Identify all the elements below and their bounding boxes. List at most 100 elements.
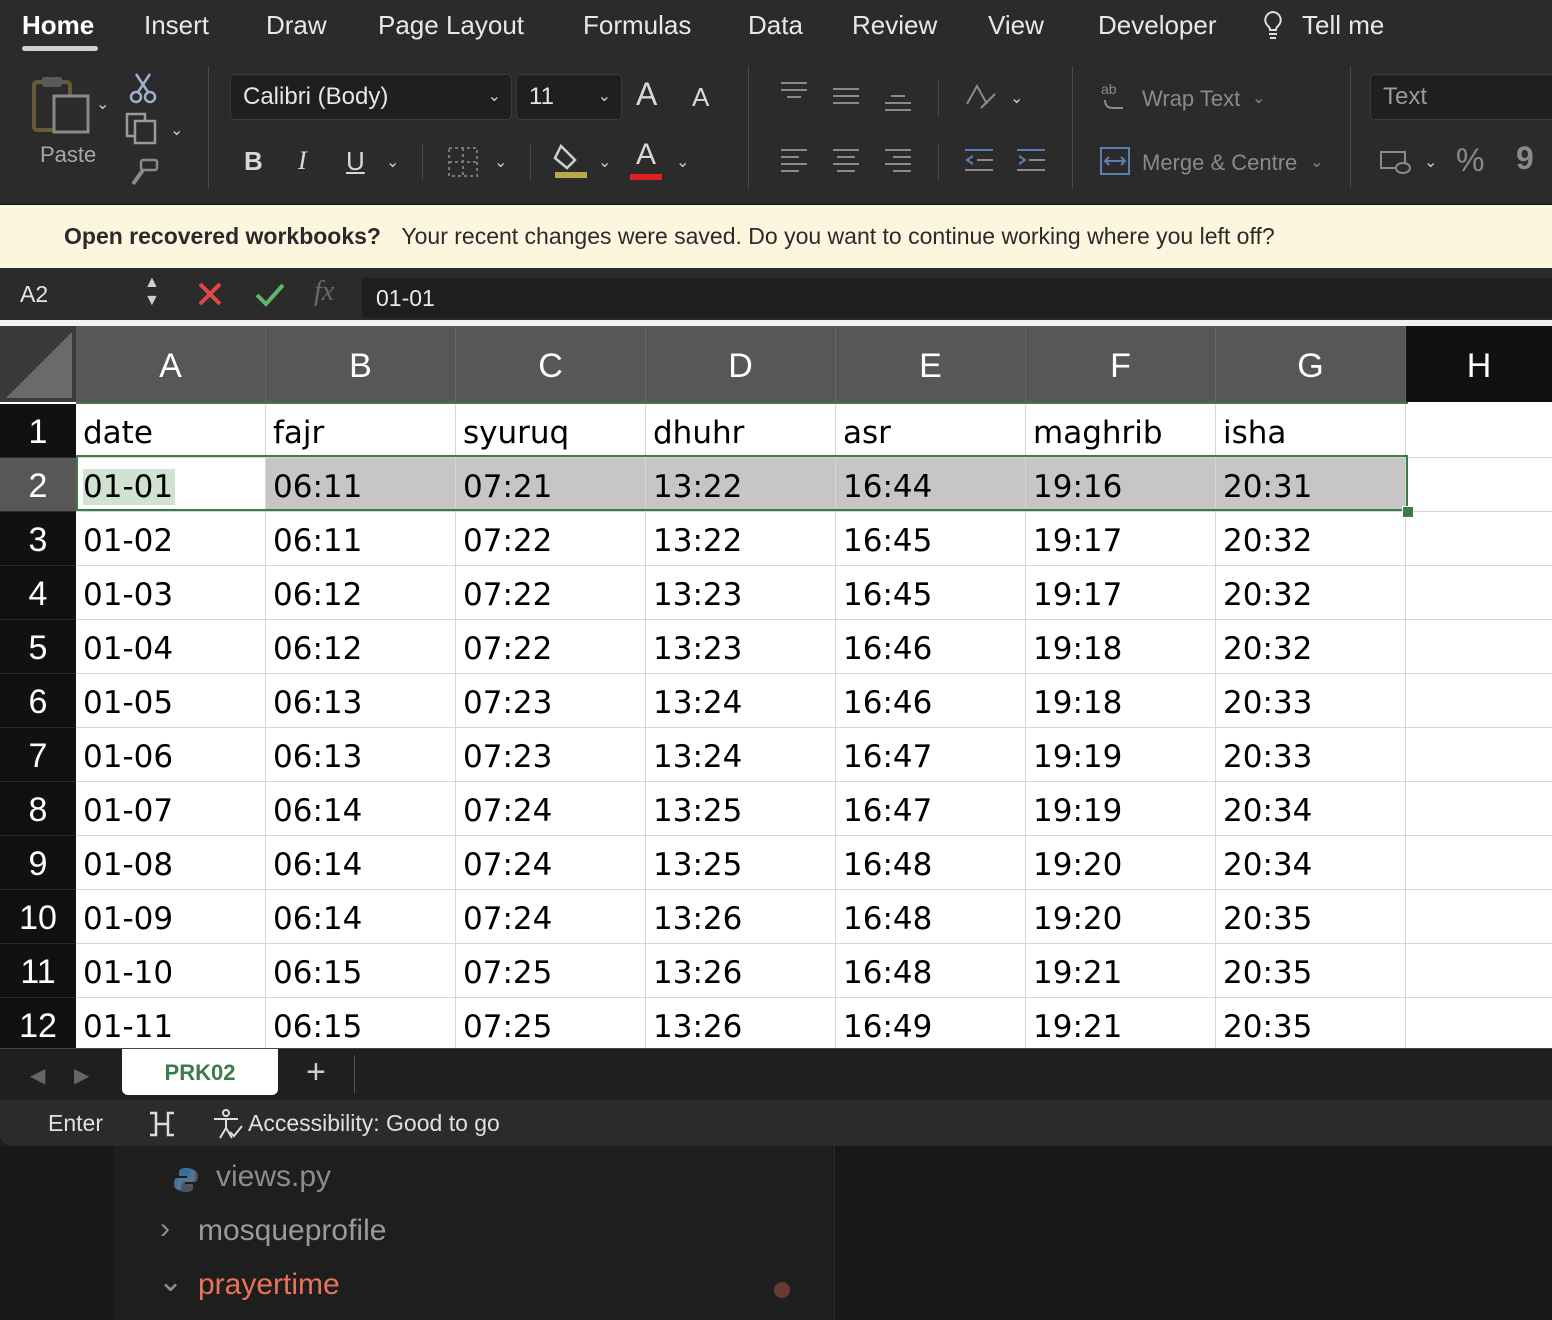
column-header-h[interactable]: H <box>1406 326 1552 402</box>
cell-f11[interactable]: 19:21 <box>1026 944 1216 998</box>
merge-centre-icon[interactable] <box>1098 146 1132 182</box>
cell-f9[interactable]: 19:20 <box>1026 836 1216 890</box>
cell-c3[interactable]: 07:22 <box>456 512 646 566</box>
cell-f12[interactable]: 19:21 <box>1026 998 1216 1048</box>
cell-b6[interactable]: 06:13 <box>266 674 456 728</box>
cell-h12[interactable] <box>1406 998 1552 1048</box>
row-header-8[interactable]: 8 <box>0 782 76 836</box>
tab-formulas[interactable]: Formulas <box>583 8 691 42</box>
increase-font-size-icon[interactable]: A <box>636 76 657 113</box>
column-header-e[interactable]: E <box>836 326 1026 402</box>
cell-d12[interactable]: 13:26 <box>646 998 836 1048</box>
cell-f3[interactable]: 19:17 <box>1026 512 1216 566</box>
cell-g2[interactable]: 20:31 <box>1216 458 1406 512</box>
percent-style-button[interactable]: % <box>1456 142 1484 179</box>
insert-function-icon[interactable]: fx <box>314 276 334 308</box>
folder-prayertime[interactable]: prayertime <box>198 1268 340 1302</box>
cell-h4[interactable] <box>1406 566 1552 620</box>
underline-button[interactable]: U <box>346 146 365 177</box>
column-header-b[interactable]: B <box>266 326 456 402</box>
cell-d10[interactable]: 13:26 <box>646 890 836 944</box>
cell-b8[interactable]: 06:14 <box>266 782 456 836</box>
cell-e9[interactable]: 16:48 <box>836 836 1026 890</box>
cell-d6[interactable]: 13:24 <box>646 674 836 728</box>
accessibility-icon[interactable] <box>210 1108 244 1146</box>
row-header-4[interactable]: 4 <box>0 566 76 620</box>
cell-e11[interactable]: 16:48 <box>836 944 1026 998</box>
cell-h3[interactable] <box>1406 512 1552 566</box>
align-bottom-icon[interactable] <box>882 88 914 120</box>
cell-e6[interactable]: 16:46 <box>836 674 1026 728</box>
tab-home[interactable]: Home <box>22 8 94 42</box>
bold-button[interactable]: B <box>244 146 263 177</box>
cell-d11[interactable]: 13:26 <box>646 944 836 998</box>
font-color-icon[interactable]: A <box>636 138 656 172</box>
font-color-chevron-icon[interactable]: ⌄ <box>676 152 689 172</box>
cell-d5[interactable]: 13:23 <box>646 620 836 674</box>
merge-centre-label[interactable]: Merge & Centre <box>1142 150 1297 176</box>
cell-h2[interactable] <box>1406 458 1552 512</box>
accessibility-status[interactable]: Accessibility: Good to go <box>248 1100 500 1146</box>
row-header-11[interactable]: 11 <box>0 944 76 998</box>
tab-data[interactable]: Data <box>748 8 803 42</box>
tab-insert[interactable]: Insert <box>144 8 209 42</box>
tab-page-layout[interactable]: Page Layout <box>378 8 524 42</box>
cell-b9[interactable]: 06:14 <box>266 836 456 890</box>
cell-c9[interactable]: 07:24 <box>456 836 646 890</box>
folder-mosqueprofile[interactable]: mosqueprofile <box>198 1214 386 1248</box>
column-header-f[interactable]: F <box>1026 326 1216 402</box>
cell-h6[interactable] <box>1406 674 1552 728</box>
add-sheet-button[interactable]: + <box>306 1053 326 1092</box>
comma-style-button[interactable]: 9 <box>1516 140 1534 177</box>
copy-dropdown-chevron-icon[interactable]: ⌄ <box>170 120 183 140</box>
cell-b7[interactable]: 06:13 <box>266 728 456 782</box>
fill-color-icon[interactable] <box>552 142 588 186</box>
cell-g6[interactable]: 20:33 <box>1216 674 1406 728</box>
row-header-12[interactable]: 12 <box>0 998 76 1048</box>
accounting-format-chevron-icon[interactable]: ⌄ <box>1424 152 1437 172</box>
chevron-down-icon[interactable]: ⌄ <box>158 1264 183 1299</box>
row-header-3[interactable]: 3 <box>0 512 76 566</box>
cell-c12[interactable]: 07:25 <box>456 998 646 1048</box>
name-box-stepper-icon[interactable]: ▲ ▼ <box>144 274 160 310</box>
cell-a12[interactable]: 01-11 <box>76 998 266 1048</box>
italic-button[interactable]: I <box>298 146 307 176</box>
cell-c2[interactable]: 07:21 <box>456 458 646 512</box>
cell-e8[interactable]: 16:47 <box>836 782 1026 836</box>
paste-icon[interactable] <box>30 74 90 136</box>
orientation-icon[interactable] <box>962 82 998 118</box>
cell-g10[interactable]: 20:35 <box>1216 890 1406 944</box>
cell-g1[interactable]: isha <box>1216 404 1406 458</box>
underline-chevron-icon[interactable]: ⌄ <box>386 152 399 172</box>
cell-e10[interactable]: 16:48 <box>836 890 1026 944</box>
cell-h9[interactable] <box>1406 836 1552 890</box>
cell-h8[interactable] <box>1406 782 1552 836</box>
cell-c5[interactable]: 07:22 <box>456 620 646 674</box>
fill-handle[interactable] <box>1402 506 1414 518</box>
scroll-sheets-left-icon[interactable]: ◀ <box>30 1063 45 1088</box>
decrease-font-size-icon[interactable]: A <box>692 82 709 113</box>
align-top-icon[interactable] <box>778 80 810 112</box>
cell-e1[interactable]: asr <box>836 404 1026 458</box>
cell-c8[interactable]: 07:24 <box>456 782 646 836</box>
lightbulb-icon[interactable] <box>1262 10 1284 40</box>
sheet-tab-prk02[interactable]: PRK02 <box>122 1049 278 1095</box>
row-header-2[interactable]: 2 <box>0 458 76 512</box>
tab-view[interactable]: View <box>988 8 1044 42</box>
cell-a6[interactable]: 01-05 <box>76 674 266 728</box>
accounting-format-icon[interactable] <box>1378 148 1414 182</box>
cell-a1[interactable]: date <box>76 404 266 458</box>
align-left-icon[interactable] <box>778 146 810 180</box>
cell-g11[interactable]: 20:35 <box>1216 944 1406 998</box>
select-all-corner[interactable] <box>0 326 76 402</box>
cell-d2[interactable]: 13:22 <box>646 458 836 512</box>
tab-tell-me[interactable]: Tell me <box>1302 8 1384 42</box>
cell-e5[interactable]: 16:46 <box>836 620 1026 674</box>
cell-c1[interactable]: syuruq <box>456 404 646 458</box>
cell-h5[interactable] <box>1406 620 1552 674</box>
cell-a10[interactable]: 01-09 <box>76 890 266 944</box>
orientation-chevron-icon[interactable]: ⌄ <box>1010 88 1023 108</box>
cell-c7[interactable]: 07:23 <box>456 728 646 782</box>
cell-g5[interactable]: 20:32 <box>1216 620 1406 674</box>
cell-e3[interactable]: 16:45 <box>836 512 1026 566</box>
